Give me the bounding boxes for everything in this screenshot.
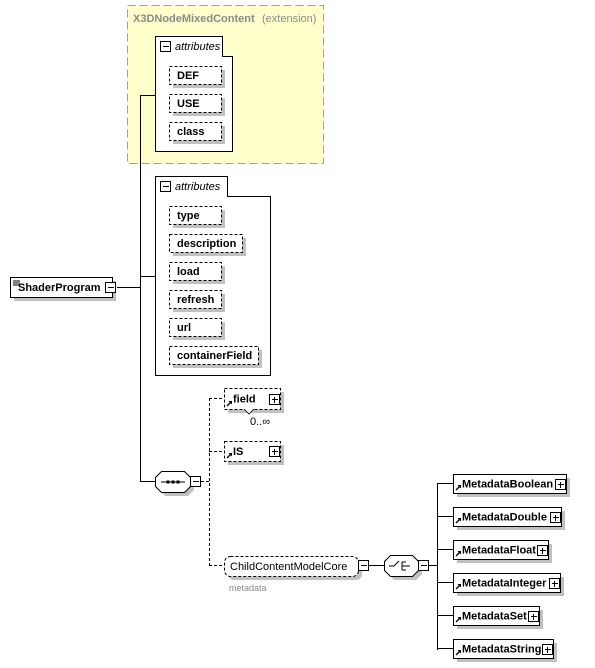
expand-icon[interactable] (542, 644, 553, 655)
collapse-icon[interactable] (358, 560, 369, 571)
attribute-containerfield-label: containerField (177, 350, 252, 362)
attribute-def-label: DEF (177, 70, 199, 82)
element-metadatastring-label: MetadataString (462, 644, 541, 656)
expand-icon[interactable] (549, 578, 560, 589)
expand-icon[interactable] (550, 512, 561, 523)
attribute-type[interactable]: type (169, 206, 226, 229)
attribute-def[interactable]: DEF (169, 66, 226, 89)
collapse-icon[interactable] (190, 476, 201, 487)
attribute-class[interactable]: class (169, 122, 226, 145)
collapse-attributes-icon[interactable] (160, 181, 171, 192)
element-metadatafloat[interactable]: MetadataFloat (453, 540, 553, 564)
attribute-load[interactable]: load (169, 262, 226, 285)
attribute-description-label: description (177, 238, 237, 250)
choice-compositor[interactable] (384, 555, 429, 581)
attribute-url-label: url (177, 322, 191, 334)
attribute-refresh[interactable]: refresh (169, 290, 226, 313)
attribute-type-label: type (177, 210, 200, 222)
element-metadatainteger-label: MetadataInteger (462, 578, 547, 590)
schema-diagram: X3DNodeMixedContent (extension) attributes… (0, 0, 595, 668)
element-shaderprogram[interactable]: ShaderProgram (10, 277, 117, 302)
cardinality-label: 0..∞ (250, 416, 270, 428)
element-metadataset[interactable]: MetadataSet (453, 606, 544, 630)
attribute-description[interactable]: description (169, 234, 247, 257)
attribute-use-label: USE (177, 98, 200, 110)
attributes-label: attributes (175, 41, 221, 53)
attribute-use[interactable]: USE (169, 94, 226, 117)
element-is[interactable]: IS (224, 441, 285, 466)
element-is-label: IS (233, 446, 243, 458)
attribute-containerfield[interactable]: containerField (169, 346, 263, 369)
group-childcontentmodelcore[interactable]: ChildContentModelCore metadata (224, 556, 369, 594)
element-metadatainteger[interactable]: MetadataInteger (453, 573, 565, 597)
expand-icon[interactable] (555, 479, 566, 490)
element-metadataboolean[interactable]: MetadataBoolean (453, 474, 571, 498)
sequence-compositor[interactable] (155, 471, 201, 497)
expand-icon[interactable] (269, 394, 280, 405)
element-shaderprogram-label: ShaderProgram (18, 282, 101, 294)
element-metadataset-label: MetadataSet (462, 611, 527, 623)
diagram-canvas: X3DNodeMixedContent (extension) attributes… (10, 5, 571, 663)
attribute-load-label: load (177, 266, 200, 278)
group-childcontentmodelcore-label: ChildContentModelCore (230, 561, 347, 573)
extension-title: X3DNodeMixedContent (133, 13, 255, 25)
group-caption: metadata (229, 583, 267, 593)
attributes-label: attributes (175, 181, 221, 193)
expand-icon[interactable] (269, 446, 280, 457)
collapse-attributes-icon[interactable] (160, 41, 171, 52)
attribute-refresh-label: refresh (177, 294, 215, 306)
element-metadatadouble-label: MetadataDouble (462, 512, 547, 524)
element-metadatastring[interactable]: MetadataString (453, 639, 558, 663)
expand-icon[interactable] (528, 611, 539, 622)
element-field[interactable]: field 0..∞ (224, 388, 285, 429)
expand-icon[interactable] (537, 545, 548, 556)
collapse-icon[interactable] (105, 282, 116, 293)
attribute-url[interactable]: url (169, 318, 226, 341)
element-metadatafloat-label: MetadataFloat (462, 545, 536, 557)
extension-suffix: (extension) (262, 13, 316, 25)
element-field-label: field (233, 394, 256, 406)
attribute-class-label: class (177, 126, 205, 138)
collapse-icon[interactable] (418, 560, 429, 571)
element-metadataboolean-label: MetadataBoolean (462, 479, 553, 491)
element-metadatadouble[interactable]: MetadataDouble (453, 507, 566, 531)
